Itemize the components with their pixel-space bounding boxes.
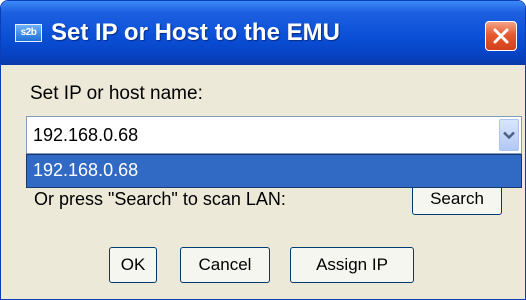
dropdown-list: 192.168.0.68 (26, 154, 522, 188)
app-icon: s2b (15, 24, 42, 42)
scan-lan-label: Or press "Search" to scan LAN: (34, 189, 286, 209)
dropdown-option[interactable]: 192.168.0.68 (33, 160, 138, 181)
ip-host-label: Set IP or host name: (30, 83, 203, 104)
dialog-window: s2b Set IP or Host to the EMU Set IP or … (0, 0, 526, 300)
title-bar[interactable]: s2b Set IP or Host to the EMU (1, 1, 525, 65)
dialog-body: Set IP or host name: Or press "Search" t… (4, 65, 522, 297)
ok-button[interactable]: OK (109, 247, 157, 283)
dropdown-arrow-button[interactable] (499, 119, 519, 151)
ip-host-input[interactable]: 192.168.0.68 (33, 125, 138, 146)
ip-host-combobox[interactable]: 192.168.0.68 (26, 116, 522, 154)
chevron-down-icon (503, 131, 515, 140)
window-title: Set IP or Host to the EMU (51, 19, 340, 46)
assign-ip-button[interactable]: Assign IP (290, 247, 414, 283)
close-button[interactable] (485, 21, 517, 51)
close-icon (493, 28, 509, 44)
cancel-button[interactable]: Cancel (180, 247, 270, 283)
